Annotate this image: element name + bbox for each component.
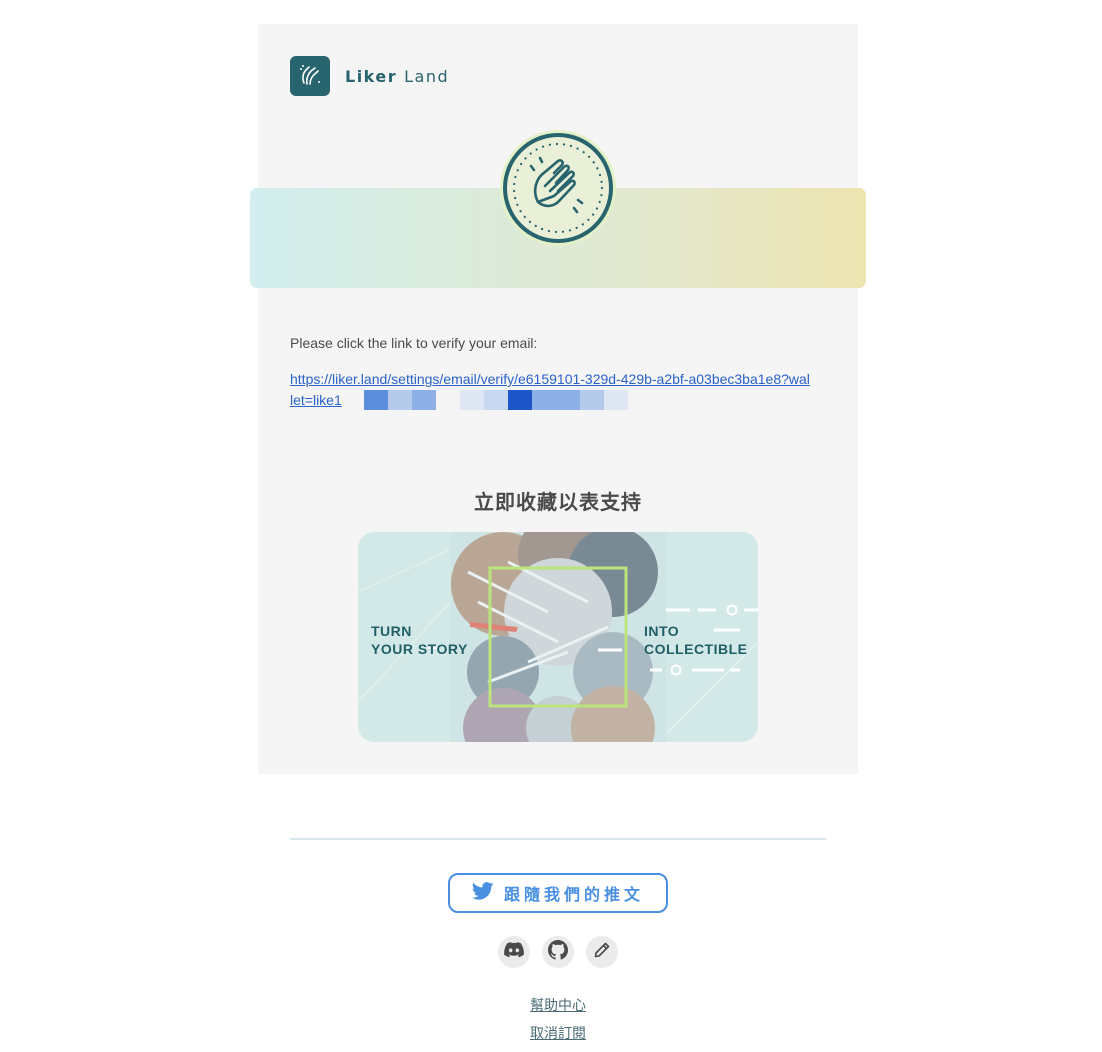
clap-badge-icon (498, 128, 618, 248)
logo-word-liker: Liker (345, 66, 398, 86)
verify-prompt: Please click the link to verify your ema… (290, 335, 538, 351)
twitter-bird-icon (471, 881, 494, 905)
clapping-hands-icon (290, 56, 330, 96)
promo-left-line2: YOUR STORY (371, 641, 468, 657)
discord-link[interactable] (498, 936, 530, 968)
discord-icon (504, 941, 524, 963)
promo-right-line1: INTO (644, 623, 680, 639)
footer-divider (290, 838, 826, 840)
github-link[interactable] (542, 936, 574, 968)
collect-section-title: 立即收藏以表支持 (474, 492, 642, 514)
collectible-promo-image[interactable]: TURN YOUR STORY INTO COLLECTIBLE (358, 532, 758, 742)
pen-icon (594, 942, 610, 963)
follow-twitter-button[interactable]: 跟隨我們的推文 (448, 873, 668, 913)
help-center-link[interactable]: 幫助中心 (458, 995, 658, 1015)
redacted-wallet-blocks (364, 390, 628, 410)
social-links (498, 936, 618, 968)
promo-left-text: TURN YOUR STORY (371, 622, 468, 658)
follow-twitter-label: 跟隨我們的推文 (503, 887, 644, 904)
liker-land-logo[interactable]: Liker Land (290, 56, 449, 96)
blog-link[interactable] (586, 936, 618, 968)
logo-word-land: Land (404, 66, 450, 86)
logo-text: Liker Land (345, 67, 449, 86)
github-icon (548, 939, 569, 965)
unsubscribe-link[interactable]: 取消訂閱 (458, 1023, 658, 1043)
promo-right-text: INTO COLLECTIBLE (644, 622, 748, 658)
promo-left-line1: TURN (371, 623, 412, 639)
promo-right-line2: COLLECTIBLE (644, 641, 748, 657)
